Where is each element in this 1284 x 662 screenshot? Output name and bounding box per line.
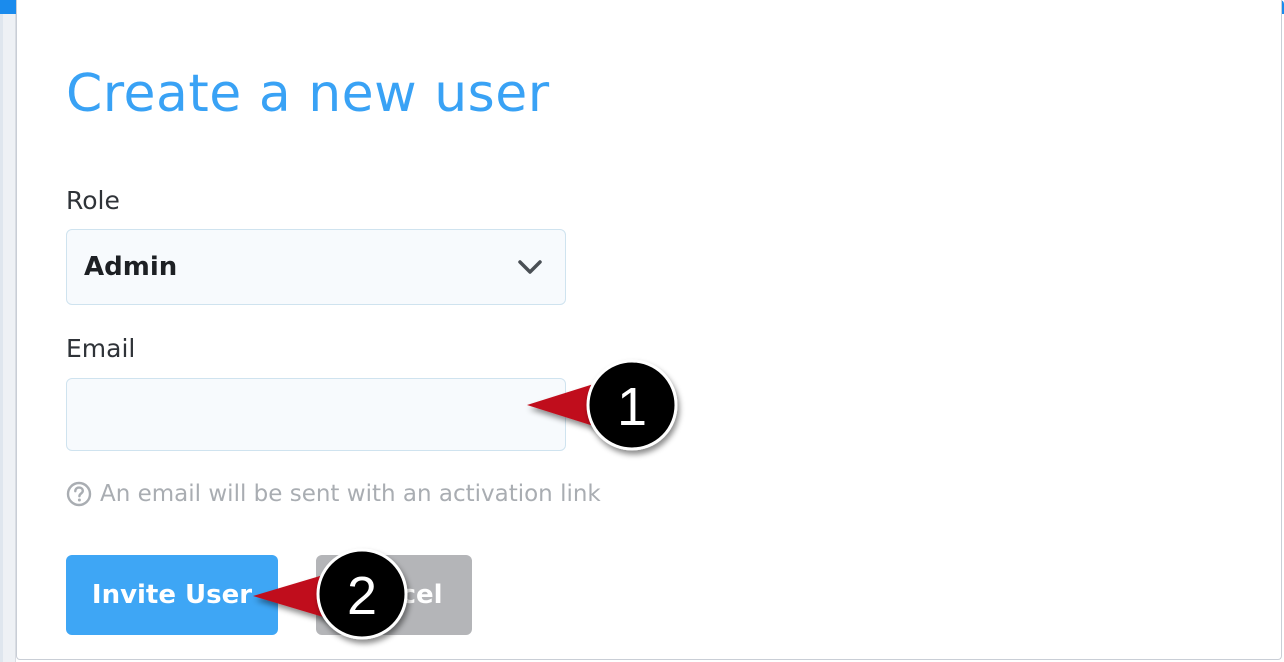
email-input[interactable] xyxy=(66,378,566,451)
sidebar-edge-line xyxy=(0,0,3,662)
email-label: Email xyxy=(66,334,136,363)
page-frame: Create a new user Role Admin Email An em… xyxy=(0,0,1284,662)
help-text: An email will be sent with an activation… xyxy=(100,481,601,507)
question-circle-icon xyxy=(66,481,92,507)
invite-user-button[interactable]: Invite User xyxy=(66,555,278,635)
role-select[interactable]: Admin xyxy=(66,229,566,305)
role-label: Role xyxy=(66,186,120,215)
left-sidebar-edge xyxy=(0,0,16,662)
chevron-down-icon xyxy=(518,260,542,274)
page-title: Create a new user xyxy=(66,64,550,124)
cancel-button[interactable]: Cancel xyxy=(316,555,472,635)
email-help: An email will be sent with an activation… xyxy=(66,479,601,509)
role-select-value: Admin xyxy=(84,252,178,282)
